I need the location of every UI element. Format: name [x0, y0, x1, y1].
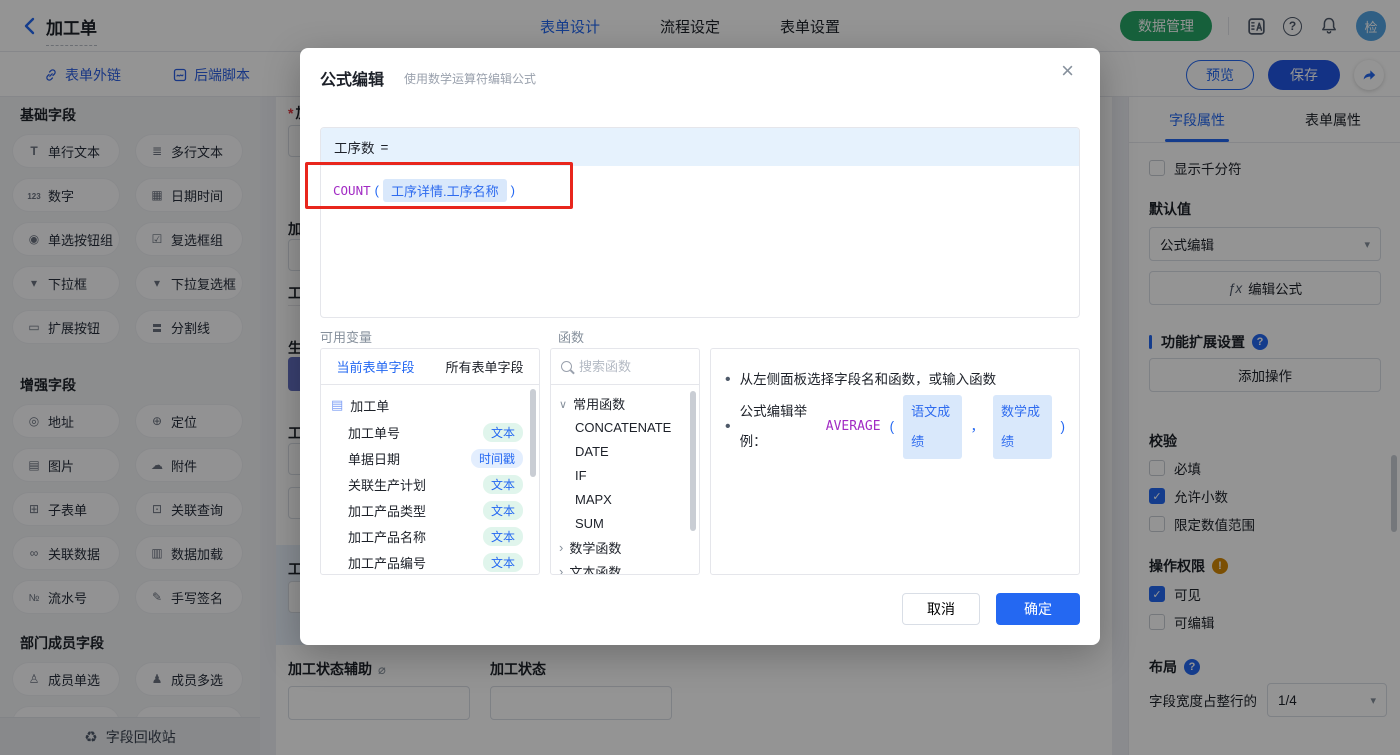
search-icon: [561, 361, 572, 372]
function-search-input[interactable]: [579, 359, 679, 374]
functions-scrollbar[interactable]: [690, 391, 696, 531]
open-paren: (: [889, 419, 895, 434]
variable-item[interactable]: 单据日期 时间戳: [321, 445, 539, 471]
open-paren: (: [374, 183, 379, 198]
variables-panel: 当前表单字段 所有表单字段 加工单 加工单号文本 单据日期时间戳 关联生产计划文…: [320, 348, 540, 575]
variables-root-node[interactable]: 加工单: [321, 391, 539, 419]
variable-item[interactable]: 加工产品编号 文本: [321, 549, 539, 574]
bullet-icon: •: [725, 418, 731, 435]
function-search-row: [551, 349, 699, 385]
form-doc-icon: [331, 397, 343, 413]
tip-line-1: • 从左侧面板选择字段名和函数，或输入函数: [725, 365, 1065, 395]
type-badge: 文本: [482, 422, 523, 442]
type-badge: 文本: [482, 552, 523, 572]
type-badge: 文本: [482, 500, 523, 520]
tab-all-form-fields[interactable]: 所有表单字段: [430, 349, 539, 384]
tips-panel: • 从左侧面板选择字段名和函数，或输入函数 • 公式编辑举例： AVERAGE …: [710, 348, 1080, 575]
function-group-text[interactable]: 文本函数: [551, 559, 699, 575]
formula-expression[interactable]: COUNT ( 工序详情.工序名称 ): [321, 166, 1079, 215]
functions-panel: 常用函数 CONCATENATE DATE IF MAPX SUM 数学函数 文…: [550, 348, 700, 575]
example-chip: 数学成绩: [993, 395, 1052, 459]
variable-name: 加工产品名称: [348, 529, 427, 545]
root-label: 加工单: [350, 398, 390, 414]
modal-subtitle: 使用数学运算符编辑公式: [404, 72, 537, 86]
formula-operator: =: [380, 139, 389, 155]
function-group-math[interactable]: 数学函数: [551, 535, 699, 559]
formula-target: 工序数: [334, 141, 375, 156]
close-icon[interactable]: ×: [1061, 60, 1074, 82]
variable-name: 加工单号: [348, 425, 401, 441]
modal-footer: 取消 确定: [902, 593, 1080, 625]
example-function: AVERAGE: [825, 419, 881, 434]
variables-tabs: 当前表单字段 所有表单字段: [321, 349, 539, 385]
variables-label: 可用变量: [320, 330, 373, 345]
variables-scrollbar[interactable]: [530, 389, 536, 477]
formula-edit-modal: 公式编辑 使用数学运算符编辑公式 × 工序数 = COUNT ( 工序详情.工序…: [300, 48, 1100, 645]
function-group-common[interactable]: 常用函数: [551, 391, 699, 415]
confirm-button[interactable]: 确定: [996, 593, 1080, 625]
field-chip[interactable]: 工序详情.工序名称: [382, 179, 507, 202]
formula-editor[interactable]: 工序数 = COUNT ( 工序详情.工序名称 ): [320, 127, 1080, 318]
close-paren: ): [1060, 419, 1066, 434]
function-item[interactable]: CONCATENATE: [551, 415, 699, 439]
variable-name: 单据日期: [348, 451, 401, 467]
modal-title: 公式编辑: [320, 72, 385, 89]
variable-item[interactable]: 加工单号 文本: [321, 419, 539, 445]
variable-item[interactable]: 加工产品类型 文本: [321, 497, 539, 523]
variable-name: 加工产品编号: [348, 555, 427, 571]
formula-target-bar: 工序数 =: [321, 128, 1079, 166]
function-item[interactable]: IF: [551, 463, 699, 487]
comma: ，: [970, 419, 985, 434]
function-name: COUNT: [333, 183, 371, 198]
type-badge: 文本: [482, 526, 523, 546]
functions-label: 函数: [558, 330, 585, 345]
function-item[interactable]: MAPX: [551, 487, 699, 511]
caret-right-icon: [559, 564, 563, 575]
example-chip: 语文成绩: [903, 395, 962, 459]
caret-down-icon: [559, 396, 567, 411]
tab-current-form-fields[interactable]: 当前表单字段: [321, 349, 430, 384]
function-item[interactable]: SUM: [551, 511, 699, 535]
bullet-icon: •: [725, 371, 731, 388]
variable-item[interactable]: 加工产品名称 文本: [321, 523, 539, 549]
cancel-button[interactable]: 取消: [902, 593, 980, 625]
variable-name: 关联生产计划: [348, 477, 427, 493]
variable-item[interactable]: 关联生产计划 文本: [321, 471, 539, 497]
variable-name: 加工产品类型: [348, 503, 427, 519]
close-paren: ): [510, 183, 515, 198]
tip-line-2: • 公式编辑举例： AVERAGE ( 语文成绩 ， 数学成绩 ): [725, 395, 1065, 459]
type-badge: 时间戳: [470, 448, 523, 468]
type-badge: 文本: [482, 474, 523, 494]
caret-right-icon: [559, 540, 563, 555]
function-item[interactable]: DATE: [551, 439, 699, 463]
